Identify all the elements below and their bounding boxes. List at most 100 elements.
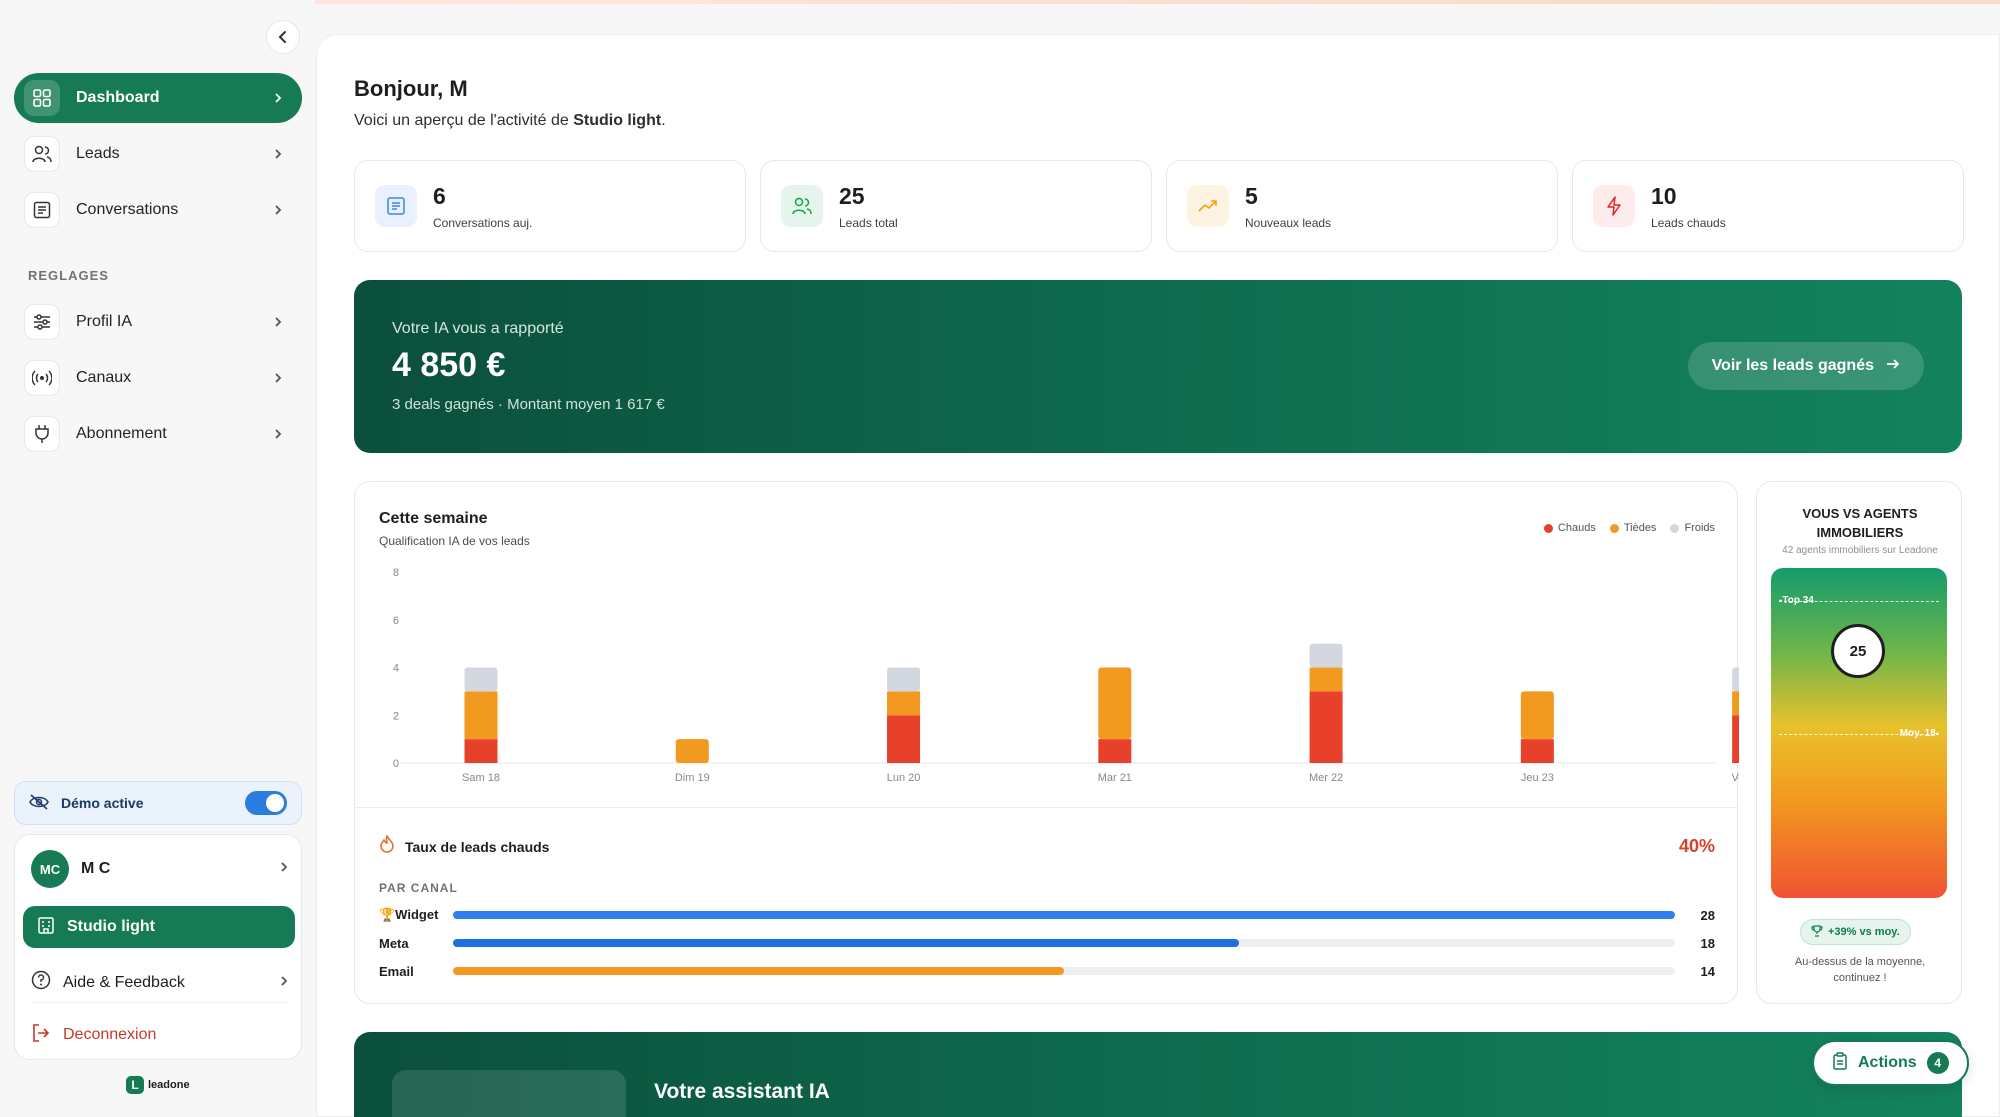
bar-segment-froids [887,667,921,692]
stat-card-leads-chauds[interactable]: 10 Leads chauds [1572,160,1964,252]
divider [355,807,1739,808]
x-tick-label: Jeu 23 [1521,772,1554,784]
bar-segment-tièdes [1309,667,1343,692]
bar-segment-chauds [887,715,921,763]
ranking-note: Au-dessus de la moyenne, continuez ! [1767,954,1953,986]
x-tick-label: Sam 18 [462,772,500,784]
help-circle-icon [31,970,51,995]
bar-segment-froids [1309,643,1343,668]
chevron-right-icon [268,88,288,108]
stat-card-conversations[interactable]: 6 Conversations auj. [354,160,746,252]
clipboard-icon [1832,1051,1848,1075]
demo-switch[interactable] [245,791,287,815]
page-title: Bonjour, M [354,76,468,101]
nav-item-profil-ia[interactable]: Profil IA [14,297,302,347]
nav-item-canaux[interactable]: Canaux [14,353,302,403]
subtitle-suffix: . [661,112,666,129]
x-tick-label: Ven 24 [1731,772,1739,784]
users-icon [24,136,60,172]
actions-button[interactable]: Actions 4 [1812,1040,1969,1086]
bar-segment-tièdes [1732,691,1739,716]
organization-name: Studio light [67,918,155,935]
subtitle-prefix: Voici un aperçu de l'activité de [354,112,569,129]
logout-icon [31,1023,51,1048]
note-line1: Au-dessus de la moyenne, [1794,956,1926,968]
help-feedback-link[interactable]: Aide & Feedback [31,963,289,1003]
logout-button[interactable]: Deconnexion [31,1017,289,1053]
channel-row-email: Email 14 [379,961,1715,981]
channel-bar-fill [453,939,1239,947]
delta-badge: +39% vs moy. [1800,919,1911,945]
button-label: Voir les leads gagnés [1711,357,1874,374]
chat-icon [375,185,417,227]
stat-label: Leads total [839,215,898,230]
nav-item-conversations[interactable]: Conversations [14,185,302,235]
channel-name: Meta [379,935,409,951]
user-menu[interactable]: MC M C [31,849,289,889]
channel-bar-fill [453,911,1675,919]
stat-value: 6 [433,182,446,209]
hot-rate-label: Taux de leads chauds [405,838,550,855]
broadcast-icon [24,360,60,396]
chevron-right-icon [268,368,288,388]
y-tick-label: 2 [393,710,399,722]
revenue-banner: Votre IA vous a rapporté 4 850 € 3 deals… [354,280,1962,453]
ranking-title-line2: IMMOBILIERS [1816,525,1904,540]
channel-name: Email [379,963,414,979]
bar-segment-froids [464,667,498,692]
plug-icon [24,416,60,452]
nav-item-dashboard[interactable]: Dashboard [14,73,302,123]
message-icon [24,192,60,228]
grid-icon [24,80,60,116]
chevron-right-icon [279,974,289,992]
stat-label: Leads chauds [1651,215,1726,230]
chevron-right-icon [268,200,288,220]
actions-label: Actions [1858,1054,1917,1071]
revenue-subtitle: 3 deals gagnés · Montant moyen 1 617 € [392,396,665,413]
stacked-bar-chart: 0 2 4 6 8 Sam 18 Dim 19 Lun 20 Mar 21 Mer 22 Jeu 2… [393,567,1739,784]
page-subtitle: Voici un aperçu de l'activité de Studio … [354,112,666,130]
view-won-leads-button[interactable]: Voir les leads gagnés [1687,342,1924,390]
brand-name: leadone [148,1079,190,1091]
nav-label: Dashboard [76,89,160,106]
trend-up-icon [1187,185,1229,227]
note-line2: continuez ! [1833,972,1887,984]
actions-count-badge: 4 [1926,1052,1949,1074]
chevron-left-icon [278,31,286,43]
ranking-subtitle: 42 agents immobiliers sur Leadone [1782,545,1938,556]
nav-label: Leads [76,145,120,162]
stat-card-nouveaux-leads[interactable]: 5 Nouveaux leads [1166,160,1558,252]
y-tick-label: 6 [393,615,399,627]
users-icon [781,185,823,227]
stat-value: 5 [1245,182,1258,209]
demo-label: Démo active [61,795,144,811]
collapse-sidebar-button[interactable] [266,20,300,54]
stat-value: 25 [839,182,865,209]
bar-segment-tièdes [464,691,498,740]
nav-label: Conversations [76,201,179,218]
subtitle-org: Studio light [573,112,662,129]
bar-segment-froids [1732,667,1739,692]
stat-card-leads-total[interactable]: 25 Leads total [760,160,1152,252]
sliders-icon [24,304,60,340]
nav-item-abonnement[interactable]: Abonnement [14,409,302,459]
channel-value: 28 [1700,907,1715,923]
y-tick-label: 0 [393,758,399,770]
bar-segment-chauds [1732,715,1739,763]
nav-item-leads[interactable]: Leads [14,129,302,179]
assistant-title: Votre assistant IA [654,1080,830,1103]
eye-off-icon [29,793,49,813]
bar-segment-chauds [1098,739,1132,763]
y-tick-label: 4 [393,663,399,675]
x-tick-label: Mer 22 [1309,772,1343,784]
demo-mode-toggle[interactable]: Démo active [14,781,302,825]
organization-button[interactable]: Studio light [23,906,295,948]
top-label: -Top 34 [1779,595,1814,606]
weekly-chart-card: Cette semaine Qualification IA de vos le… [354,481,1739,1004]
bar-segment-tièdes [887,691,921,716]
bar-segment-chauds [464,739,498,763]
stat-label: Nouveaux leads [1245,215,1332,230]
hot-rate-row: Taux de leads chauds 40% [379,834,1715,858]
revenue-value: 4 850 € [392,346,506,384]
x-tick-label: Mar 21 [1098,772,1132,784]
